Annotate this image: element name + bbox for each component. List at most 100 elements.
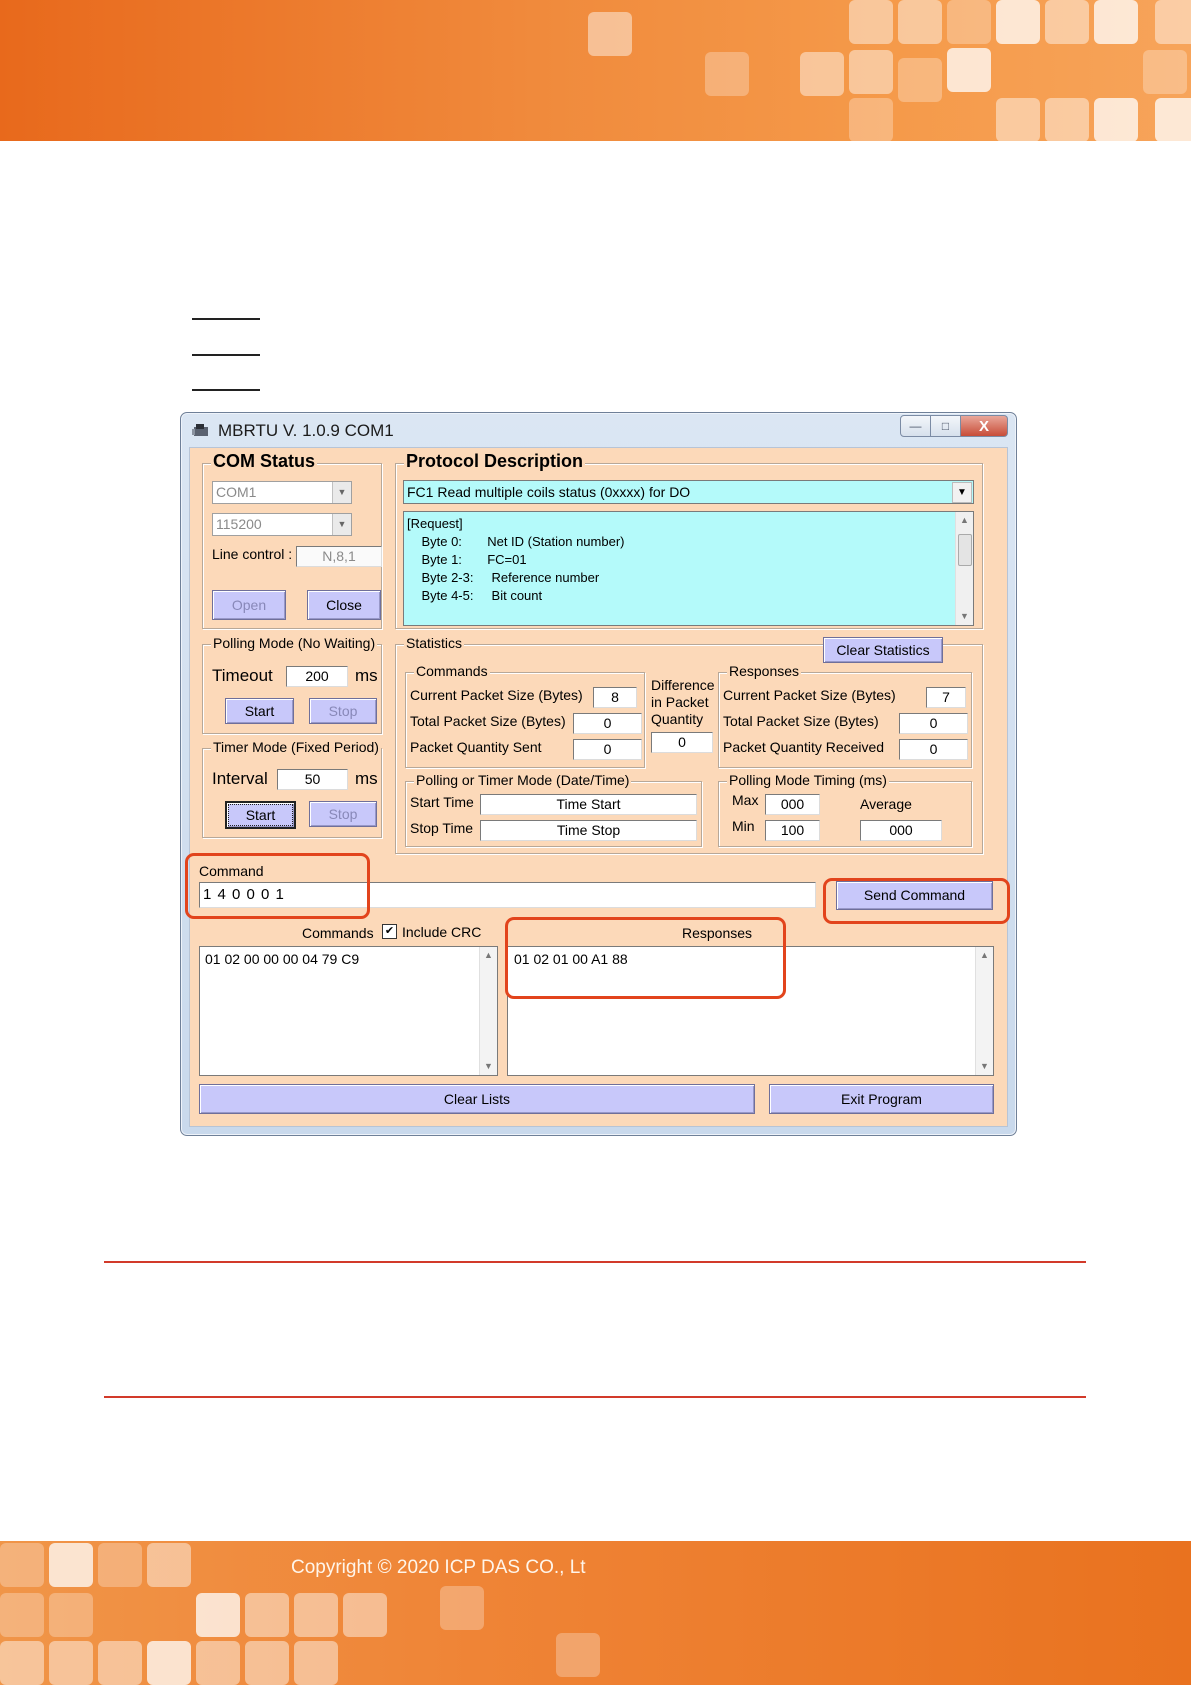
interval-unit: ms	[355, 769, 378, 788]
close-port-button[interactable]: Close	[307, 590, 381, 620]
polling-stop-button[interactable]: Stop	[309, 698, 377, 724]
line-control-label: Line control :	[212, 546, 293, 562]
scroll-down-icon[interactable]: ▼	[480, 1058, 497, 1075]
note-rule-top	[104, 1261, 1086, 1263]
min-value[interactable]: 100	[765, 820, 820, 841]
caption-buttons: — □ X	[900, 415, 1008, 437]
function-code-value: FC1 Read multiple coils status (0xxxx) f…	[407, 484, 691, 500]
min-label: Min	[732, 818, 755, 834]
polling-mode-legend: Polling Mode (No Waiting)	[211, 635, 378, 651]
difference-value[interactable]: 0	[651, 732, 713, 753]
com-status-group: COM Status COM1 ▼ 115200 ▼ Line control …	[202, 451, 382, 629]
include-crc-checkbox[interactable]: ✔	[382, 924, 397, 939]
max-label: Max	[732, 792, 759, 808]
stop-time-label: Stop Time	[410, 820, 474, 836]
description-line: [Request]	[407, 516, 463, 531]
average-label: Average	[860, 796, 912, 812]
commands-stats-legend: Commands	[414, 663, 490, 679]
copyright-text: Copyright © 2020 ICP DAS CO., Lt	[291, 1557, 586, 1578]
commands-stats-group: Commands Current Packet Size (Bytes) 8 T…	[405, 663, 645, 768]
difference-label-3: Quantity	[651, 711, 704, 727]
com-port-select[interactable]: COM1 ▼	[212, 481, 352, 504]
chevron-down-icon[interactable]: ▼	[952, 482, 972, 503]
clear-statistics-button[interactable]: Clear Statistics	[823, 637, 943, 663]
open-button[interactable]: Open	[212, 590, 286, 620]
line-control-field[interactable]: N,8,1	[296, 546, 382, 567]
function-code-select[interactable]: FC1 Read multiple coils status (0xxxx) f…	[403, 480, 974, 504]
responses-stats-group: Responses Current Packet Size (Bytes) 7 …	[718, 663, 972, 768]
commands-list[interactable]: 01 02 00 00 00 04 79 C9 ▲ ▼	[199, 946, 498, 1076]
description-scrollbar[interactable]: ▲ ▼	[955, 512, 973, 625]
cmd-total-size-label: Total Packet Size (Bytes)	[410, 713, 566, 729]
commands-scrollbar[interactable]: ▲ ▼	[479, 947, 497, 1075]
timer-stop-button[interactable]: Stop	[309, 801, 377, 827]
timeout-label: Timeout	[212, 666, 273, 685]
description-line: Byte 1: FC=01	[407, 552, 527, 567]
list-item[interactable]: 01 02 00 00 00 04 79 C9	[205, 951, 359, 967]
timer-mode-legend: Timer Mode (Fixed Period)	[211, 739, 381, 755]
note-rule-bottom	[104, 1396, 1086, 1398]
include-crc-label: Include CRC	[402, 924, 482, 940]
blank-line	[192, 354, 260, 356]
responses-scrollbar[interactable]: ▲ ▼	[975, 947, 993, 1075]
interval-input[interactable]: 50	[277, 769, 348, 790]
rsp-quantity-label: Packet Quantity Received	[723, 739, 885, 755]
rsp-current-size-label: Current Packet Size (Bytes)	[723, 687, 896, 703]
description-line: Byte 2-3: Reference number	[407, 570, 600, 585]
rsp-total-size-label: Total Packet Size (Bytes)	[723, 713, 879, 729]
scroll-up-icon[interactable]: ▲	[976, 947, 993, 964]
protocol-description-text: [Request] Byte 0: Net ID (Station number…	[403, 511, 974, 626]
rsp-quantity-value[interactable]: 0	[899, 739, 968, 760]
difference-label-1: Difference	[651, 677, 715, 693]
statistics-group: Statistics Clear Statistics Commands Cur…	[395, 635, 983, 854]
timing-legend: Polling Mode Timing (ms)	[727, 772, 889, 788]
protocol-description-group: Protocol Description FC1 Read multiple c…	[395, 451, 983, 629]
scroll-down-icon[interactable]: ▼	[976, 1058, 993, 1075]
scroll-up-icon[interactable]: ▲	[956, 512, 973, 529]
polling-start-button[interactable]: Start	[225, 698, 294, 724]
exit-program-button[interactable]: Exit Program	[769, 1084, 994, 1114]
rsp-current-size-value[interactable]: 7	[926, 687, 966, 708]
start-time-label: Start Time	[410, 794, 474, 810]
client-area: COM Status COM1 ▼ 115200 ▼ Line control …	[189, 447, 1008, 1127]
chevron-down-icon[interactable]: ▼	[332, 482, 351, 503]
description-line: Byte 0: Net ID (Station number)	[407, 534, 625, 549]
footer-banner	[0, 1541, 1191, 1685]
scroll-up-icon[interactable]: ▲	[480, 947, 497, 964]
timer-start-button[interactable]: Start	[225, 801, 296, 829]
start-time-value[interactable]: Time Start	[480, 794, 697, 815]
clear-lists-button[interactable]: Clear Lists	[199, 1084, 755, 1114]
chevron-down-icon[interactable]: ▼	[332, 514, 351, 535]
close-button[interactable]: X	[961, 415, 1008, 437]
scroll-thumb[interactable]	[958, 534, 972, 566]
send-command-highlight	[823, 878, 1010, 924]
window-title: MBRTU V. 1.0.9 COM1	[218, 421, 394, 440]
cmd-total-size-value[interactable]: 0	[573, 713, 642, 734]
interval-label: Interval	[212, 769, 268, 788]
baud-rate-value: 115200	[216, 516, 262, 532]
blank-line	[192, 318, 260, 320]
rsp-total-size-value[interactable]: 0	[899, 713, 968, 734]
stop-time-value[interactable]: Time Stop	[480, 820, 697, 841]
baud-rate-select[interactable]: 115200 ▼	[212, 513, 352, 536]
datetime-legend: Polling or Timer Mode (Date/Time)	[414, 772, 632, 788]
mbrtu-window: MBRTU V. 1.0.9 COM1 — □ X COM Status COM…	[180, 412, 1017, 1136]
responses-highlight	[505, 917, 786, 999]
average-value[interactable]: 000	[860, 820, 942, 841]
cmd-current-size-label: Current Packet Size (Bytes)	[410, 687, 583, 703]
scroll-down-icon[interactable]: ▼	[956, 608, 973, 625]
cmd-current-size-value[interactable]: 8	[593, 687, 637, 708]
max-value[interactable]: 000	[765, 794, 820, 815]
com-status-legend: COM Status	[211, 451, 318, 472]
com-port-value: COM1	[216, 484, 257, 500]
cmd-quantity-value[interactable]: 0	[573, 739, 642, 760]
difference-label-2: in Packet	[651, 694, 709, 710]
maximize-button[interactable]: □	[931, 415, 961, 437]
responses-stats-legend: Responses	[727, 663, 802, 679]
title-bar[interactable]: MBRTU V. 1.0.9 COM1 — □ X	[181, 413, 1016, 447]
timeout-input[interactable]: 200	[286, 666, 348, 687]
minimize-button[interactable]: —	[900, 415, 931, 437]
timer-mode-group: Timer Mode (Fixed Period) Interval 50 ms…	[202, 739, 382, 838]
commands-list-header: Commands	[302, 925, 374, 941]
app-icon	[192, 424, 208, 436]
